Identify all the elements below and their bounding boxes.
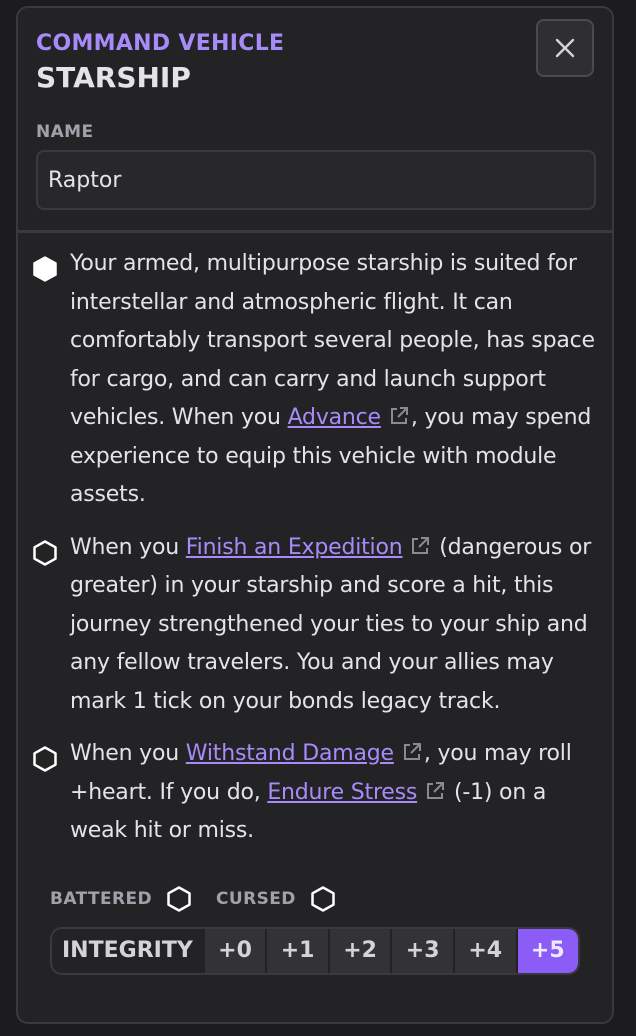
integrity-step[interactable]: +5 [517, 928, 578, 973]
integrity-label: INTEGRITY [62, 938, 193, 963]
external-link-icon[interactable] [423, 779, 447, 803]
move-link-finish-an-expedition[interactable]: Finish an Expedition [186, 535, 403, 560]
condition-cursed[interactable]: CURSED [216, 885, 336, 913]
integrity-step[interactable]: +1 [267, 928, 328, 973]
ability-text: Your armed, multipurpose starship is sui… [70, 251, 595, 430]
abilities-list: Your armed, multipurpose starship is sui… [18, 233, 612, 851]
move-link-endure-stress[interactable]: Endure Stress [267, 780, 417, 805]
condition-label: CURSED [216, 888, 296, 909]
move-link-withstand-damage[interactable]: Withstand Damage [186, 741, 394, 766]
ability-text: When you [70, 741, 186, 766]
close-icon [555, 38, 575, 58]
name-input[interactable] [36, 150, 596, 210]
condition-battered[interactable]: BATTERED [50, 885, 192, 913]
hexagon-checkbox-icon[interactable] [166, 885, 192, 913]
hexagon-checkbox-filled-icon[interactable] [32, 255, 58, 283]
integrity-step[interactable]: +0 [204, 928, 266, 973]
conditions-row: BATTERED CURSED [50, 885, 612, 913]
integrity-step[interactable]: +4 [454, 928, 516, 973]
move-link-advance[interactable]: Advance [288, 405, 382, 430]
external-link-icon[interactable] [400, 740, 424, 764]
name-label: NAME [36, 122, 94, 142]
ability-item: When you Finish an Expedition (dangerous… [18, 529, 612, 722]
ability-item: When you Withstand Damage, you may roll … [18, 735, 612, 851]
hexagon-checkbox-icon[interactable] [32, 745, 58, 773]
ability-text: When you [70, 534, 186, 560]
ability-item: Your armed, multipurpose starship is sui… [18, 245, 612, 515]
asset-category: COMMAND VEHICLE [36, 31, 285, 56]
integrity-track: INTEGRITY +0 +1 +2 +3 +4 +5 [50, 926, 580, 975]
external-link-icon[interactable] [408, 534, 432, 558]
ability-text: (dangerous or greater) in your starship … [70, 534, 592, 714]
close-button[interactable] [536, 19, 594, 77]
integrity-step[interactable]: +3 [392, 928, 453, 973]
condition-label: BATTERED [50, 888, 153, 909]
external-link-icon[interactable] [387, 404, 411, 428]
asset-card: COMMAND VEHICLE STARSHIP NAME Your armed… [16, 6, 614, 1024]
hexagon-checkbox-icon[interactable] [32, 539, 58, 567]
integrity-step[interactable]: +2 [329, 928, 391, 973]
asset-title: STARSHIP [36, 61, 191, 94]
hexagon-checkbox-icon[interactable] [310, 885, 336, 913]
asset-header: COMMAND VEHICLE STARSHIP NAME [18, 8, 612, 233]
